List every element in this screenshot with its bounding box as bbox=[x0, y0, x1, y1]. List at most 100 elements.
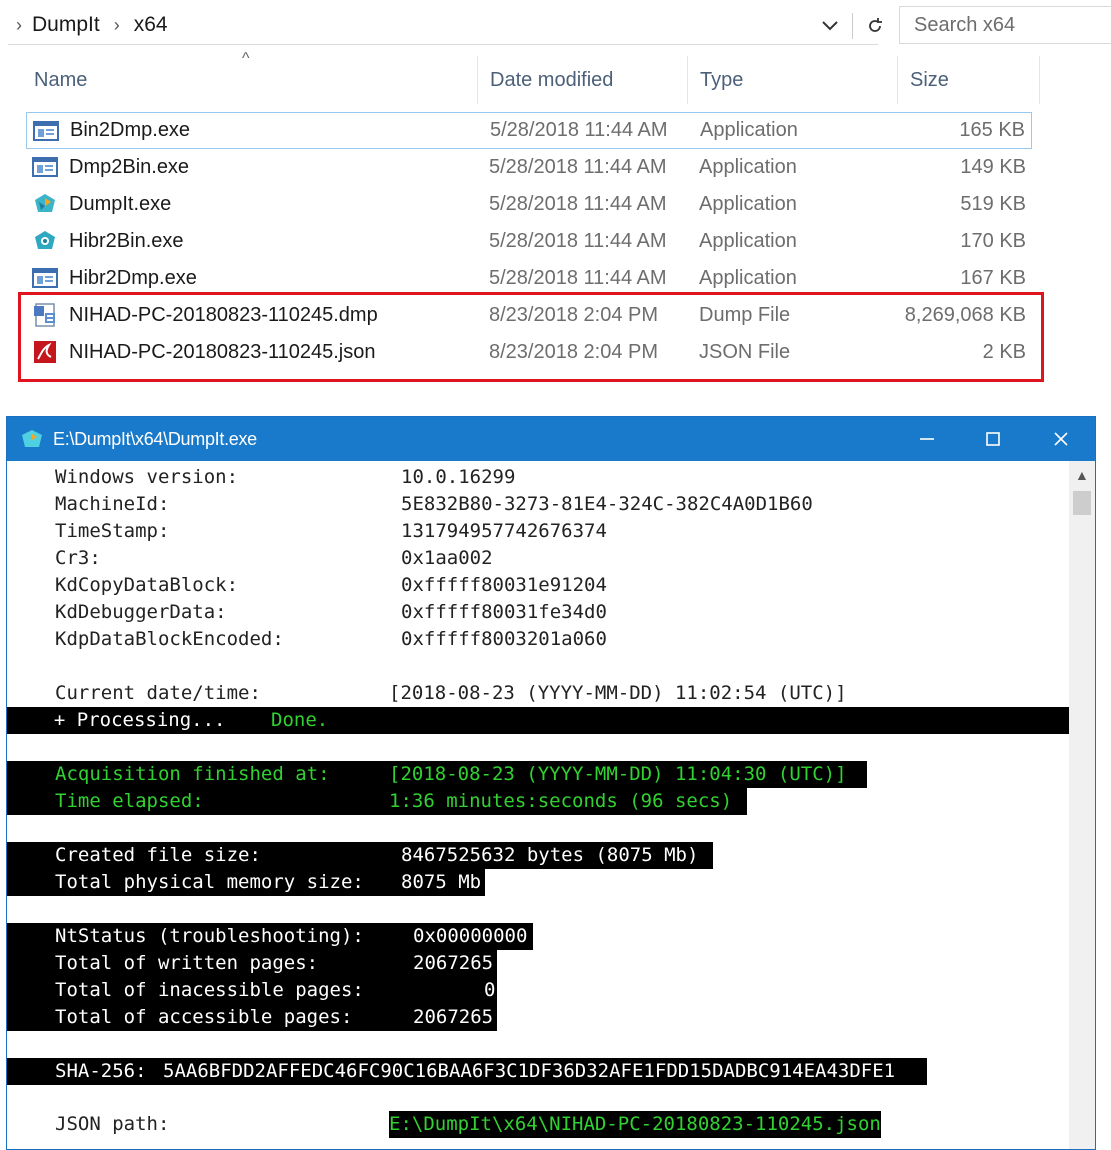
info-key: TimeStamp: bbox=[55, 520, 170, 542]
accessible-pages-value: 2067265 bbox=[413, 1006, 494, 1028]
file-name: Hibr2Bin.exe bbox=[69, 230, 184, 252]
breadcrumb-chevron-icon[interactable]: › bbox=[16, 15, 22, 36]
close-button[interactable] bbox=[1029, 417, 1093, 461]
file-size: 149 KB bbox=[960, 156, 1026, 178]
file-date: 5/28/2018 11:44 AM bbox=[489, 193, 667, 215]
current-time-value: [2018-08-23 (YYYY-MM-DD) 11:02:54 (UTC)] bbox=[389, 682, 847, 704]
file-date: 5/28/2018 11:44 AM bbox=[489, 230, 667, 252]
acquisition-line: Acquisition finished at: [2018-08-23 (YYY… bbox=[7, 761, 867, 788]
window-title: E:\DumpIt\x64\DumpIt.exe bbox=[53, 428, 257, 449]
dumpit-app-icon bbox=[22, 430, 42, 447]
console-window[interactable]: E:\DumpIt\x64\DumpIt.exe Windows version… bbox=[6, 416, 1096, 1150]
column-header-type[interactable]: Type bbox=[688, 56, 898, 104]
accessible-pages-label: Total of accessible pages: bbox=[55, 1006, 353, 1028]
history-dropdown-icon[interactable] bbox=[818, 12, 842, 40]
json-path-value: E:\DumpIt\x64\NIHAD-PC-20180823-110245.j… bbox=[389, 1111, 881, 1138]
info-line: KdpDataBlockEncoded: 0xfffff8003201a060 bbox=[7, 626, 1069, 653]
info-value: 0xfffff80031fe34d0 bbox=[401, 601, 607, 623]
written-pages-value: 2067265 bbox=[413, 952, 494, 974]
info-key: Windows version: bbox=[55, 466, 239, 488]
title-bar[interactable]: E:\DumpIt\x64\DumpIt.exe bbox=[7, 417, 1095, 461]
done-text: Done. bbox=[271, 709, 329, 731]
minimize-button[interactable] bbox=[895, 417, 959, 461]
vertical-scrollbar[interactable]: ▲ bbox=[1069, 461, 1095, 1149]
info-key: KdDebuggerData: bbox=[55, 601, 227, 623]
info-line: KdDebuggerData: 0xfffff80031fe34d0 bbox=[7, 599, 1069, 626]
file-type: Application bbox=[699, 193, 797, 215]
file-row[interactable]: DumpIt.exe 5/28/2018 11:44 AM Applicatio… bbox=[26, 186, 1032, 223]
file-type: Application bbox=[700, 119, 798, 141]
info-key: Cr3: bbox=[55, 547, 101, 569]
ntstatus-line: NtStatus (troubleshooting): 0x00000000 bbox=[7, 923, 533, 950]
file-row[interactable]: Hibr2Bin.exe 5/28/2018 11:44 AM Applicat… bbox=[26, 223, 1032, 260]
file-row[interactable]: Dmp2Bin.exe 5/28/2018 11:44 AM Applicati… bbox=[26, 149, 1032, 186]
sha256-value: 5AA6BFDD2AFFEDC46FC90C16BAA6F3C1DF36D32A… bbox=[163, 1060, 896, 1082]
info-value: 0x1aa002 bbox=[401, 547, 493, 569]
info-line: Windows version: 10.0.16299 bbox=[7, 464, 1069, 491]
created-size-value: 8467525632 bytes (8075 Mb) bbox=[401, 844, 699, 866]
info-line: TimeStamp: 131794957742676374 bbox=[7, 518, 1069, 545]
refresh-icon[interactable] bbox=[863, 12, 887, 40]
exe-window-icon bbox=[32, 268, 58, 288]
info-value: 131794957742676374 bbox=[401, 520, 607, 542]
json-path-line: JSON path: E:\DumpIt\x64\NIHAD-PC-2018082… bbox=[7, 1111, 1069, 1138]
current-time-line: Current date/time: [2018-08-23 (YYYY-MM-D… bbox=[7, 680, 1069, 707]
file-date: 5/28/2018 11:44 AM bbox=[489, 267, 667, 289]
column-header-date[interactable]: Date modified bbox=[478, 56, 688, 104]
file-size: 519 KB bbox=[960, 193, 1026, 215]
info-key: KdpDataBlockEncoded: bbox=[55, 628, 284, 650]
accessible-pages-line: Total of accessible pages: 2067265 bbox=[7, 1004, 497, 1031]
processing-text: + Processing... bbox=[31, 709, 237, 731]
breadcrumb-item-dumpit[interactable]: DumpIt bbox=[32, 13, 100, 37]
elapsed-value: 1:36 minutes:seconds (96 secs) bbox=[389, 790, 733, 812]
highlight-box bbox=[18, 292, 1044, 382]
current-time-label: Current date/time: bbox=[55, 682, 261, 704]
file-size: 165 KB bbox=[959, 119, 1025, 141]
maximize-button[interactable] bbox=[961, 417, 1025, 461]
file-size: 170 KB bbox=[960, 230, 1026, 252]
file-name: Hibr2Dmp.exe bbox=[69, 267, 197, 289]
json-path-label: JSON path: bbox=[55, 1113, 170, 1135]
physical-memory-line: Total physical memory size: 8075 Mb bbox=[7, 869, 485, 896]
exe-window-icon bbox=[32, 157, 58, 177]
ntstatus-value: 0x00000000 bbox=[413, 925, 528, 947]
created-size-label: Created file size: bbox=[55, 844, 261, 866]
address-divider bbox=[852, 13, 853, 39]
info-value: 5E832B80-3273-81E4-324C-382C4A0D1B60 bbox=[401, 493, 813, 515]
inaccessible-pages-value: 0 bbox=[484, 979, 496, 1001]
file-date: 5/28/2018 11:44 AM bbox=[489, 156, 667, 178]
written-pages-line: Total of written pages: 2067265 bbox=[7, 950, 497, 977]
info-value: 0xfffff8003201a060 bbox=[401, 628, 607, 650]
scroll-up-icon[interactable]: ▲ bbox=[1075, 467, 1089, 483]
info-line: MachineId: 5E832B80-3273-81E4-324C-382C4A… bbox=[7, 491, 1069, 518]
breadcrumb-item-x64[interactable]: x64 bbox=[134, 13, 168, 37]
dumpit-icon bbox=[35, 194, 55, 212]
info-key: MachineId: bbox=[55, 493, 170, 515]
file-date: 5/28/2018 11:44 AM bbox=[490, 119, 668, 141]
file-type: Application bbox=[699, 267, 797, 289]
file-name: Bin2Dmp.exe bbox=[70, 119, 191, 141]
column-header-size[interactable]: Size bbox=[898, 56, 1040, 104]
scroll-thumb[interactable] bbox=[1073, 491, 1091, 515]
physical-memory-label: Total physical memory size: bbox=[55, 871, 364, 893]
address-bar[interactable]: › DumpIt › x64 bbox=[8, 6, 878, 45]
console-output: Windows version: 10.0.16299 MachineId: 5E8… bbox=[7, 461, 1069, 1149]
sha256-line: SHA-256: 5AA6BFDD2AFFEDC46FC90C16BAA6F3C1… bbox=[7, 1058, 927, 1085]
column-header-name[interactable]: Name bbox=[22, 56, 478, 104]
file-row[interactable]: Bin2Dmp.exe 5/28/2018 11:44 AM Applicati… bbox=[26, 112, 1032, 149]
file-size: 167 KB bbox=[960, 267, 1026, 289]
breadcrumb-separator-icon: › bbox=[113, 14, 120, 35]
search-input[interactable]: Search x64 bbox=[899, 6, 1111, 44]
info-line: Cr3: 0x1aa002 bbox=[7, 545, 1069, 572]
inaccessible-pages-label: Total of inacessible pages: bbox=[55, 979, 364, 1001]
file-name: DumpIt.exe bbox=[69, 193, 172, 215]
hibr-icon bbox=[35, 231, 55, 249]
acquisition-value: [2018-08-23 (YYYY-MM-DD) 11:04:30 (UTC)] bbox=[389, 763, 847, 785]
acquisition-label: Acquisition finished at: bbox=[55, 763, 330, 785]
elapsed-line: Time elapsed: 1:36 minutes:seconds (96 se… bbox=[7, 788, 747, 815]
info-line: KdCopyDataBlock: 0xfffff80031e91204 bbox=[7, 572, 1069, 599]
exe-window-icon bbox=[33, 121, 59, 141]
file-name: Dmp2Bin.exe bbox=[69, 156, 190, 178]
written-pages-label: Total of written pages: bbox=[55, 952, 319, 974]
file-type: Application bbox=[699, 230, 797, 252]
